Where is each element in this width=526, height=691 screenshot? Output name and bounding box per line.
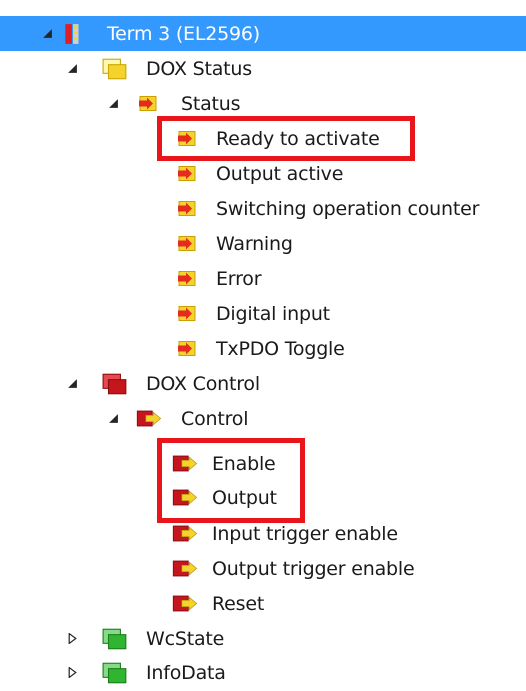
tree-node-label: WcState	[146, 627, 225, 650]
tree-node-term-3[interactable]: Term 3 (EL2596)	[0, 16, 526, 51]
expander-expanded-icon[interactable]	[62, 366, 82, 401]
tree-node-label: Input trigger enable	[212, 522, 398, 545]
tree-node-output-trigger-enable[interactable]: Output trigger enable	[0, 551, 526, 586]
tree-node-output[interactable]: Output	[0, 480, 526, 515]
tree-node-dox-control[interactable]: DOX Control	[0, 366, 526, 401]
tree-node-input-trigger-enable[interactable]: Input trigger enable	[0, 516, 526, 551]
tree-node-ready-to-activate[interactable]: Ready to activate	[0, 121, 526, 156]
output-variable-icon	[136, 401, 162, 436]
tree-node-digital-input[interactable]: Digital input	[0, 296, 526, 331]
tree-node-label: Warning	[216, 232, 293, 255]
output-variable-icon	[172, 446, 198, 481]
input-variable-icon	[176, 156, 198, 191]
tree-node-dox-status[interactable]: DOX Status	[0, 51, 526, 86]
tree-node-switching-operation-counter[interactable]: Switching operation counter	[0, 191, 526, 226]
output-variable-icon	[172, 551, 198, 586]
tree-node-label: DOX Status	[146, 57, 252, 80]
expander-expanded-icon[interactable]	[62, 51, 82, 86]
output-group-icon	[102, 366, 128, 401]
expander-collapsed-icon[interactable]	[62, 655, 82, 690]
input-variable-icon	[176, 121, 198, 156]
tree-node-label: Output	[212, 486, 277, 509]
tree-node-txpdo-toggle[interactable]: TxPDO Toggle	[0, 331, 526, 366]
input-variable-icon	[176, 226, 198, 261]
tree-node-label: Status	[181, 92, 241, 115]
tree-node-label: DOX Control	[146, 372, 260, 395]
status-group-icon	[102, 621, 128, 656]
output-variable-icon	[172, 480, 198, 515]
tree-node-label: Error	[216, 267, 262, 290]
expander-expanded-icon[interactable]	[103, 86, 123, 121]
input-variable-icon	[176, 296, 198, 331]
tree-node-control[interactable]: Control	[0, 401, 526, 436]
tree-node-output-active[interactable]: Output active	[0, 156, 526, 191]
tree-node-label: Reset	[212, 592, 265, 615]
expander-expanded-icon[interactable]	[37, 16, 57, 51]
tree-node-label: Control	[181, 407, 249, 430]
tree-node-infodata[interactable]: InfoData	[0, 655, 526, 690]
expander-collapsed-icon[interactable]	[62, 621, 82, 656]
tree-node-error[interactable]: Error	[0, 261, 526, 296]
tree-node-label: Output trigger enable	[212, 557, 415, 580]
tree-node-label: Digital input	[216, 302, 330, 325]
input-variable-icon	[176, 331, 198, 366]
terminal-device-icon	[64, 16, 82, 51]
output-variable-icon	[172, 586, 198, 621]
input-variable-icon	[176, 191, 198, 226]
tree-node-label: InfoData	[146, 661, 226, 684]
status-group-icon	[102, 655, 128, 690]
tree-node-label: Term 3 (EL2596)	[107, 22, 260, 45]
tree-node-reset[interactable]: Reset	[0, 586, 526, 621]
output-variable-icon	[172, 516, 198, 551]
tree-node-status[interactable]: Status	[0, 86, 526, 121]
tree-node-label: Switching operation counter	[216, 197, 480, 220]
input-group-icon	[102, 51, 128, 86]
tree-node-wcstate[interactable]: WcState	[0, 621, 526, 656]
input-variable-icon	[176, 261, 198, 296]
tree-node-label: Enable	[212, 452, 276, 475]
tree-node-label: Ready to activate	[216, 127, 380, 150]
tree-node-label: Output active	[216, 162, 344, 185]
input-variable-icon	[137, 86, 159, 121]
tree-node-label: TxPDO Toggle	[216, 337, 345, 360]
tree-node-warning[interactable]: Warning	[0, 226, 526, 261]
expander-expanded-icon[interactable]	[103, 401, 123, 436]
tree-node-enable[interactable]: Enable	[0, 446, 526, 481]
